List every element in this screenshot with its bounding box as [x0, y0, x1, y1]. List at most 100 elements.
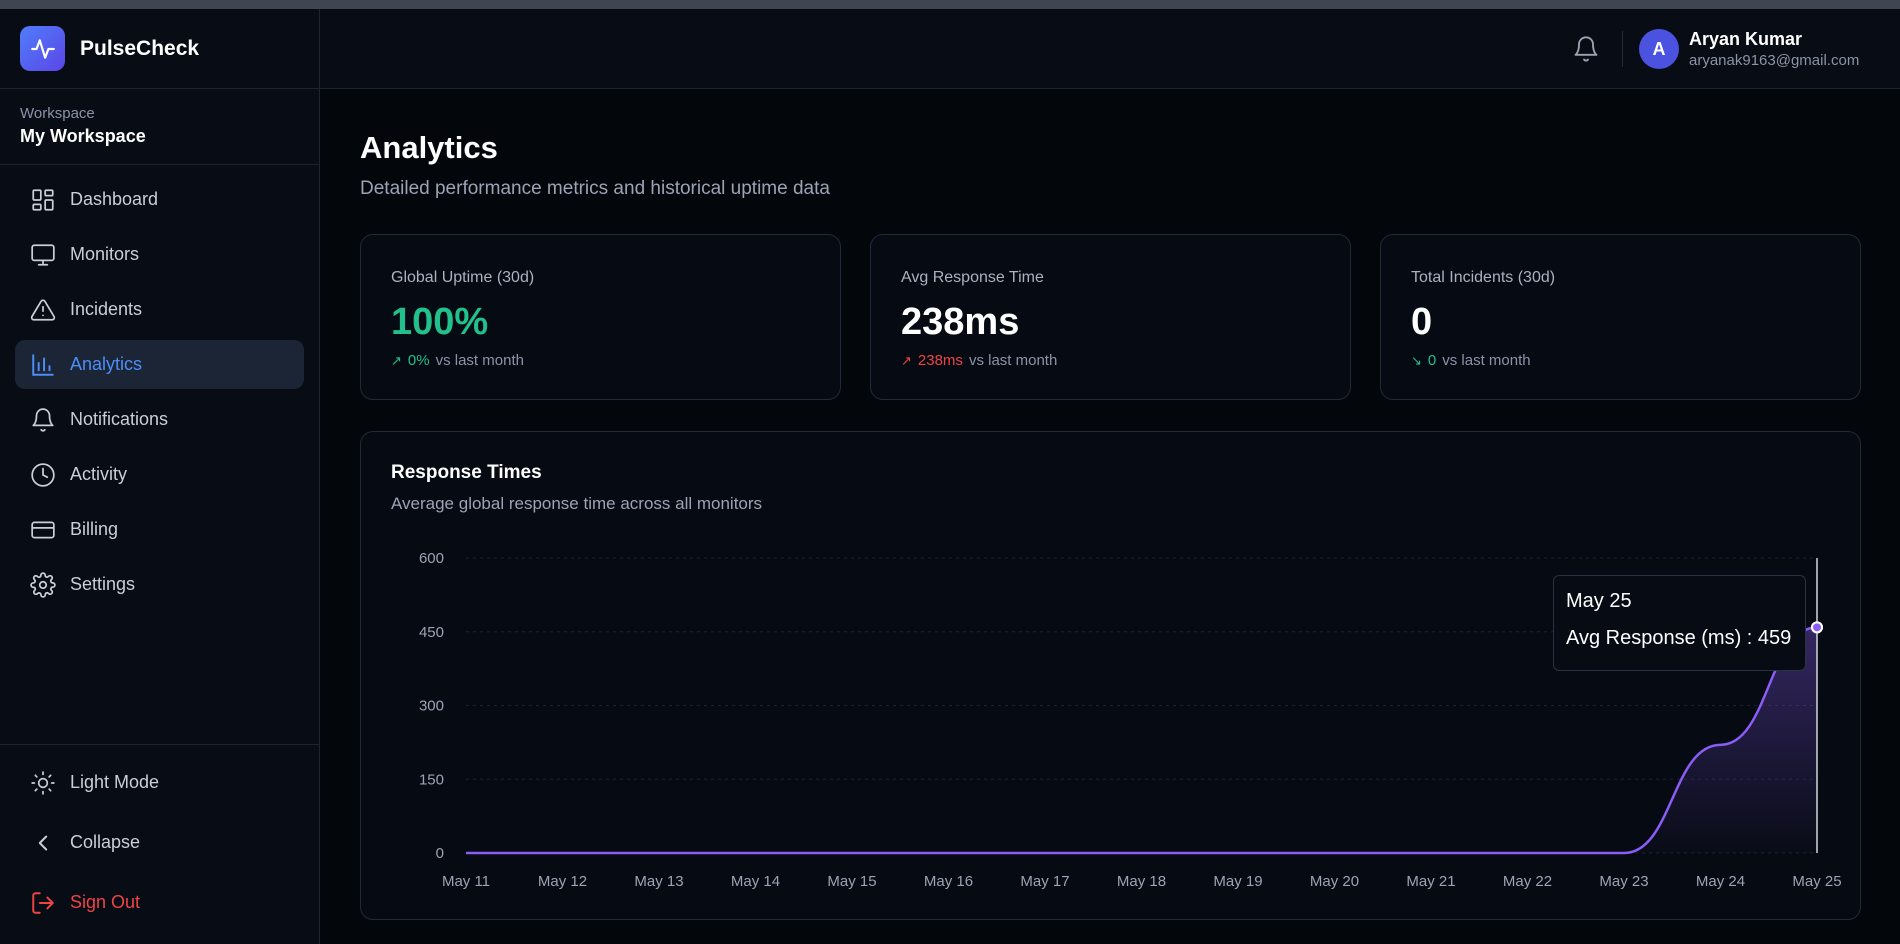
log-out-icon	[32, 891, 54, 914]
y-tick-label: 150	[419, 771, 444, 788]
data-point[interactable]	[1428, 850, 1434, 856]
data-point[interactable]	[463, 850, 469, 856]
sign-out-label: Sign Out	[70, 892, 141, 912]
response-times-chart[interactable]: 0 150 300 450 600 May 11 May 12 May 13 May 14 May…	[361, 432, 1862, 921]
data-point[interactable]	[946, 850, 952, 856]
data-point[interactable]	[1718, 742, 1724, 748]
sidebar-item-billing[interactable]: Billing	[15, 505, 304, 554]
x-tick-label: May 23	[1599, 873, 1648, 890]
user-name[interactable]: Aryan Kumar	[1689, 29, 1802, 50]
sidebar-item-dashboard[interactable]: Dashboard	[15, 175, 304, 224]
tooltip-value: Avg Response (ms) : 459	[1566, 627, 1792, 649]
header-divider	[1622, 31, 1623, 67]
page-subtitle: Detailed performance metrics and histori…	[360, 178, 830, 199]
notifications-bell-icon[interactable]	[1572, 35, 1600, 63]
stat-label: Avg Response Time	[901, 269, 1044, 286]
sidebar-item-label: Settings	[70, 574, 136, 594]
collapse-label: Collapse	[70, 832, 141, 852]
y-tick-label: 0	[436, 845, 444, 862]
pulse-logo-icon	[20, 26, 65, 71]
avatar[interactable]: A	[1639, 29, 1679, 69]
data-point[interactable]	[1235, 850, 1241, 856]
sidebar-item-label: Activity	[70, 464, 128, 484]
light-mode-toggle[interactable]: Light Mode	[15, 758, 304, 807]
stat-value: 100%	[391, 301, 489, 343]
data-point[interactable]	[1621, 850, 1627, 856]
x-tick-label: May 17	[1020, 873, 1069, 890]
app-name: PulseCheck	[80, 36, 200, 60]
sidebar-item-label: Monitors	[70, 244, 140, 264]
data-point[interactable]	[1332, 850, 1338, 856]
x-tick-label: May 22	[1503, 873, 1552, 890]
trend-up-icon: ↗	[901, 352, 912, 368]
bell-icon	[32, 407, 54, 432]
data-point[interactable]	[1042, 850, 1048, 856]
tooltip-date: May 25	[1566, 590, 1632, 612]
light-mode-label: Light Mode	[70, 772, 160, 792]
data-point[interactable]	[656, 850, 662, 856]
chart-tooltip: May 25 Avg Response (ms) : 459	[1553, 575, 1806, 671]
x-tick-label: May 19	[1213, 873, 1262, 890]
sidebar-item-label: Dashboard	[70, 189, 159, 209]
data-point[interactable]	[753, 850, 759, 856]
sidebar-item-activity[interactable]: Activity	[15, 450, 304, 499]
y-tick-label: 300	[419, 698, 444, 715]
sidebar-item-monitors[interactable]: Monitors	[15, 230, 304, 279]
x-tick-label: May 11	[442, 873, 490, 890]
stat-delta-value: 0	[1427, 352, 1437, 369]
collapse-button[interactable]: Collapse	[15, 818, 304, 867]
stat-delta-value: 0%	[407, 352, 430, 369]
top-header: A Aryan Kumar aryanak9163@gmail.com	[320, 9, 1900, 89]
stat-delta-suffix: vs last month	[968, 352, 1058, 369]
x-tick-label: May 14	[731, 873, 780, 890]
active-data-point-marker	[1811, 621, 1823, 634]
response-times-card: Response Times Average global response t…	[360, 431, 1861, 920]
gear-icon	[30, 571, 56, 598]
sidebar-item-settings[interactable]: Settings	[15, 560, 304, 609]
x-tick-label: May 16	[924, 873, 973, 890]
stat-delta-suffix: vs last month	[435, 352, 524, 369]
x-tick-label: May 25	[1792, 873, 1841, 890]
x-tick-label: May 12	[538, 873, 587, 890]
y-tick-label: 450	[419, 624, 444, 641]
window-top-strip	[0, 0, 1900, 9]
brand[interactable]: PulseCheck	[0, 9, 319, 89]
data-point[interactable]	[1525, 850, 1531, 856]
sidebar-nav: Dashboard Monitors Incidents Analytics N…	[0, 165, 319, 625]
sidebar-item-label: Billing	[70, 519, 119, 539]
sign-out-button[interactable]: Sign Out	[15, 878, 304, 927]
x-tick-label: May 24	[1696, 873, 1745, 890]
sidebar-item-analytics[interactable]: Analytics	[15, 340, 304, 389]
stat-value: 238ms	[901, 301, 1020, 343]
stat-delta: ↗ 0% vs last month	[391, 352, 524, 369]
stat-label: Total Incidents (30d)	[1411, 269, 1556, 286]
data-point[interactable]	[849, 850, 855, 856]
stat-delta-suffix: vs last month	[1442, 352, 1531, 369]
x-tick-label: May 20	[1310, 873, 1359, 890]
stat-delta: ↗ 238ms vs last month	[901, 352, 1057, 369]
sidebar-item-notifications[interactable]: Notifications	[15, 395, 304, 444]
chevron-left-icon	[38, 835, 48, 850]
stat-card-incidents: Total Incidents (30d) 0 ↘ 0 vs last mont…	[1380, 234, 1861, 400]
bar-chart-icon	[32, 353, 54, 376]
page-title: Analytics	[360, 130, 498, 165]
x-tick-label: May 13	[634, 873, 683, 890]
x-tick-label: May 15	[827, 873, 876, 890]
workspace-switcher[interactable]: Workspace My Workspace	[0, 89, 319, 165]
data-point[interactable]	[1139, 850, 1145, 856]
sun-icon	[31, 770, 55, 795]
sidebar-item-label: Incidents	[70, 299, 143, 319]
stat-value: 0	[1411, 301, 1433, 343]
workspace-name: My Workspace	[20, 126, 146, 146]
stat-delta: ↘ 0 vs last month	[1411, 352, 1531, 369]
y-tick-label: 600	[419, 550, 444, 567]
sidebar-item-incidents[interactable]: Incidents	[15, 285, 304, 334]
sidebar: PulseCheck Workspace My Workspace Dashbo…	[0, 9, 320, 944]
data-point[interactable]	[560, 850, 566, 856]
sidebar-item-label: Notifications	[70, 409, 169, 429]
dashboard-icon	[32, 188, 54, 211]
x-tick-label: May 21	[1406, 873, 1455, 890]
user-email: aryanak9163@gmail.com	[1689, 52, 1860, 69]
x-tick-label: May 18	[1117, 873, 1166, 890]
workspace-label: Workspace	[20, 105, 95, 122]
